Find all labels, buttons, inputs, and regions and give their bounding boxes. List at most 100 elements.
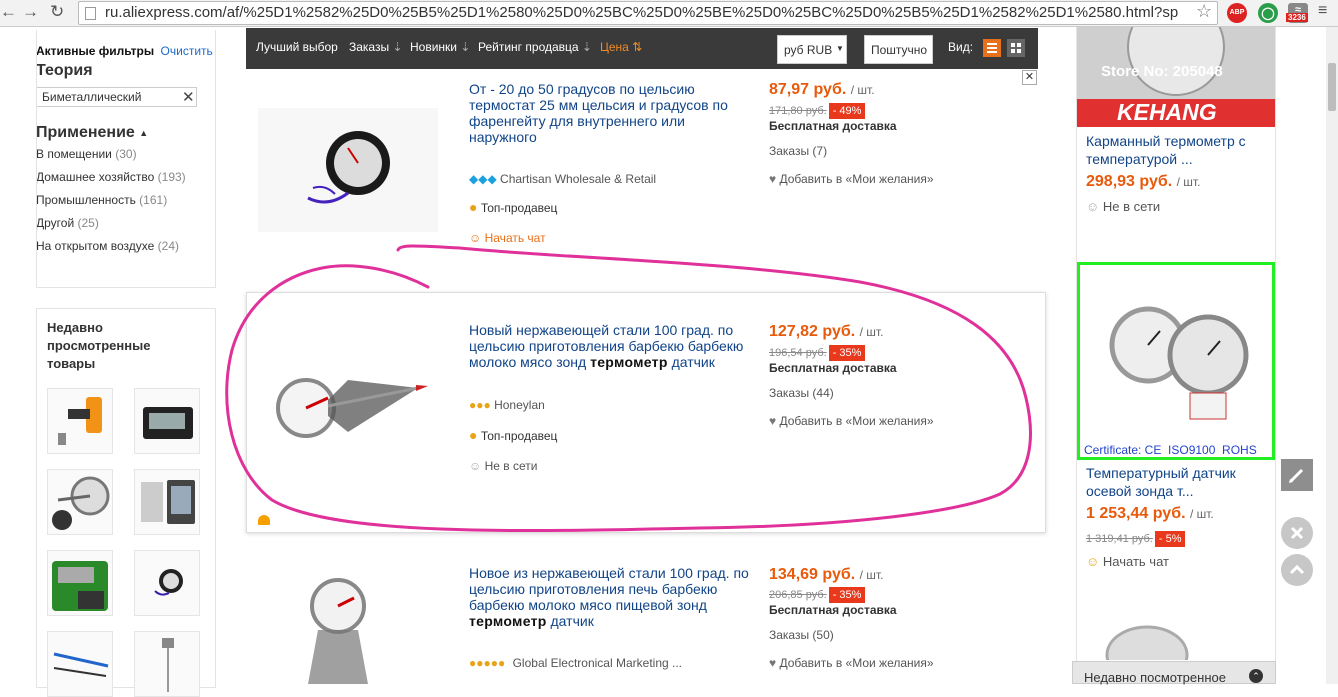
- thermometer-image: [1105, 625, 1189, 660]
- back-arrow-icon[interactable]: ←: [0, 2, 17, 22]
- adblock-icon[interactable]: ABP: [1227, 3, 1247, 23]
- scroll-top-icon[interactable]: [1281, 554, 1313, 586]
- star-icon[interactable]: ☆: [1196, 1, 1212, 22]
- ad-discount-badge: - 5%: [1154, 531, 1186, 547]
- seller-link[interactable]: Chartisan Wholesale & Retail: [500, 172, 656, 186]
- diamond-icon: ◆◆◆: [469, 172, 497, 186]
- certificate-text: Certificate: CE ISO9100 ROHS: [1084, 443, 1257, 457]
- dial-thermostat-image: [307, 131, 390, 204]
- sort-down-icon: ⇣: [581, 40, 592, 54]
- product-title[interactable]: От - 20 до 50 градусов по цельсию термос…: [469, 81, 744, 145]
- page-icon: [85, 7, 96, 20]
- ad-banner[interactable]: Store No: 205048 KEHANG: [1077, 27, 1275, 127]
- ad-old-price: 1 319,41 руб.: [1086, 533, 1153, 545]
- wishlist-link[interactable]: ♥ Добавить в «Мои желания»: [769, 656, 934, 670]
- list-view-icon[interactable]: [983, 39, 1001, 57]
- top-seller-label: Топ-продавец: [480, 201, 558, 215]
- free-shipping: Бесплатная доставка: [769, 361, 897, 375]
- digital-thermometer-image: [143, 407, 193, 439]
- recently-viewed-bar[interactable]: Недавно посмотренное ⌃: [1072, 661, 1276, 685]
- ad-chat-label: Начать чат: [1102, 554, 1169, 569]
- close-icon[interactable]: [1281, 517, 1313, 549]
- product-title[interactable]: Новый нержавеющей стали 100 град. по цел…: [469, 322, 759, 370]
- recent-thumb[interactable]: [134, 550, 200, 616]
- wishlist-link[interactable]: ♥ Добавить в «Мои желания»: [769, 172, 934, 186]
- bell-icon: [258, 515, 270, 525]
- per-unit-label: Поштучно: [871, 43, 928, 57]
- thermometer-gun-image: [58, 397, 102, 445]
- reload-icon[interactable]: ↻: [50, 2, 64, 22]
- product-title-keyword: термометр: [590, 354, 668, 370]
- weather-station-image: [141, 480, 195, 524]
- chat-link[interactable]: ☺ Начать чат: [469, 231, 546, 245]
- price-unit: / шт.: [850, 83, 875, 97]
- ad-chat-link[interactable]: ☺ Начать чат: [1086, 554, 1169, 569]
- ad-price-row: 298,93 руб. / шт.: [1086, 173, 1200, 191]
- orders-count[interactable]: Заказы (50): [769, 628, 834, 642]
- recent-thumb[interactable]: [134, 388, 200, 454]
- product-image[interactable]: [258, 340, 438, 470]
- sort-orders-label: Заказы: [349, 40, 390, 54]
- chat-icon: ☺: [1086, 554, 1100, 569]
- sort-best-match[interactable]: Лучший выбор: [256, 40, 338, 54]
- ad-image[interactable]: Certificate: CE ISO9100 ROHS: [1077, 262, 1275, 460]
- ad-title[interactable]: Температурный датчик осевой зонда т...: [1086, 464, 1266, 500]
- ad-price: 298,93 руб.: [1086, 173, 1173, 190]
- scrollbar-thumb[interactable]: [1328, 63, 1336, 111]
- sort-seller-rating[interactable]: Рейтинг продавца ⇣: [478, 40, 592, 54]
- recent-thumb[interactable]: [47, 388, 113, 454]
- probe-thermometer-image: [308, 578, 368, 684]
- price-unit: / шт.: [859, 325, 884, 339]
- address-bar[interactable]: ru.aliexpress.com/af/%25D1%2582%25D0%25B…: [78, 1, 1218, 25]
- chat-icon: ☺: [469, 231, 482, 245]
- product-title-suffix: датчик: [667, 354, 715, 370]
- ad-image[interactable]: [1077, 605, 1275, 660]
- old-price-row: 171,80 руб. - 49%: [769, 101, 866, 119]
- discount-badge: - 49%: [828, 103, 866, 119]
- page-scrollbar[interactable]: [1326, 27, 1338, 684]
- recent-thumb[interactable]: [134, 631, 200, 697]
- menu-icon[interactable]: ≡: [1318, 2, 1327, 20]
- recent-thumb[interactable]: [134, 469, 200, 535]
- address-bar-url[interactable]: ru.aliexpress.com/af/%25D1%2582%25D0%25B…: [105, 4, 1205, 21]
- discount-badge: - 35%: [828, 345, 866, 361]
- recent-thumb[interactable]: [47, 469, 113, 535]
- seller-row: ●●● Honeylan: [469, 398, 545, 412]
- sort-price[interactable]: Цена ⇅: [600, 40, 642, 54]
- medal-icon: ●●●: [469, 398, 491, 412]
- close-icon[interactable]: ✕: [1022, 70, 1037, 85]
- seller-link[interactable]: Global Electronical Marketing ...: [513, 656, 682, 670]
- product-title[interactable]: Новое из нержавеющей стали 100 град. по …: [469, 565, 754, 629]
- grid-view-icon[interactable]: [1007, 39, 1025, 57]
- top-seller-row: ● Топ-продавец: [469, 199, 557, 215]
- sort-new[interactable]: Новинки ⇣: [410, 40, 470, 54]
- sort-price-label: Цена: [600, 40, 629, 54]
- orders-count[interactable]: Заказы (7): [769, 144, 827, 158]
- medal-icon: ●●●●●: [469, 656, 506, 670]
- sort-updown-icon: ⇅: [632, 40, 643, 54]
- currency-value: руб RUB: [784, 43, 833, 57]
- probe-thermometer-image: [52, 476, 110, 530]
- recent-thumb[interactable]: [47, 550, 113, 616]
- recent-thumb[interactable]: [47, 631, 113, 697]
- forward-arrow-icon[interactable]: →: [22, 2, 39, 22]
- product-price: 87,97 руб.: [769, 81, 847, 98]
- product-title-suffix: датчик: [546, 613, 594, 629]
- orders-count[interactable]: Заказы (44): [769, 386, 834, 400]
- sort-down-icon: ⇣: [392, 40, 403, 54]
- product-image[interactable]: [258, 570, 438, 684]
- currency-select[interactable]: руб RUB ▼: [777, 35, 847, 64]
- extension-icon[interactable]: ◯: [1258, 3, 1278, 23]
- product-price: 134,69 руб.: [769, 566, 856, 583]
- chat-label: Начать чат: [484, 231, 546, 245]
- product-image[interactable]: [258, 108, 438, 232]
- wishlist-link[interactable]: ♥ Добавить в «Мои желания»: [769, 414, 934, 428]
- price-row: 87,97 руб. / шт.: [769, 81, 875, 99]
- per-unit-button[interactable]: Поштучно: [864, 35, 933, 64]
- bimetal-thermometer-image: [1109, 306, 1249, 420]
- ad-title[interactable]: Карманный термометр с температурой ...: [1086, 132, 1266, 168]
- edit-icon[interactable]: [1281, 459, 1313, 491]
- seller-link[interactable]: Honeylan: [494, 398, 545, 412]
- wishlist-label: Добавить в «Мои желания»: [779, 172, 934, 186]
- sort-orders[interactable]: Заказы ⇣: [349, 40, 403, 54]
